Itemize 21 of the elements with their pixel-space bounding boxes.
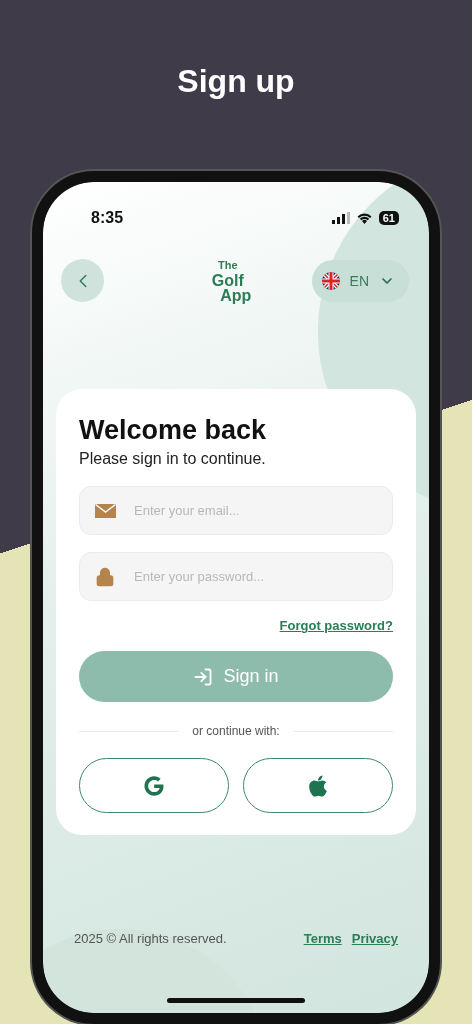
google-icon (144, 775, 164, 796)
wifi-icon (355, 212, 373, 225)
footer-link[interactable]: Privacy (351, 931, 398, 946)
language-selector[interactable]: EN (311, 259, 409, 302)
lock-icon (95, 566, 115, 587)
apple-icon (306, 773, 330, 798)
forgot-password-link[interactable]: Forgot password? (279, 618, 393, 634)
flag-icon (321, 271, 340, 290)
footer-link[interactable]: Terms (303, 931, 342, 946)
password-field[interactable]: Enter your password... (79, 552, 393, 602)
email-field[interactable]: Enter your email... (79, 486, 393, 536)
status-time: 8:35 (91, 209, 124, 228)
battery-level: 61 (378, 211, 399, 226)
page-heading: Sign up (177, 62, 295, 102)
card-subtitle: Please sign in to continue. (79, 450, 267, 469)
card-title: Welcome back (79, 415, 268, 447)
signal-icon (331, 212, 350, 225)
sign-in-icon (193, 666, 214, 687)
divider-text: or continue with: (192, 724, 280, 739)
copyright-text: 2025 © All rights reserved. (74, 931, 227, 946)
app-logo: The Golf App (210, 258, 252, 304)
